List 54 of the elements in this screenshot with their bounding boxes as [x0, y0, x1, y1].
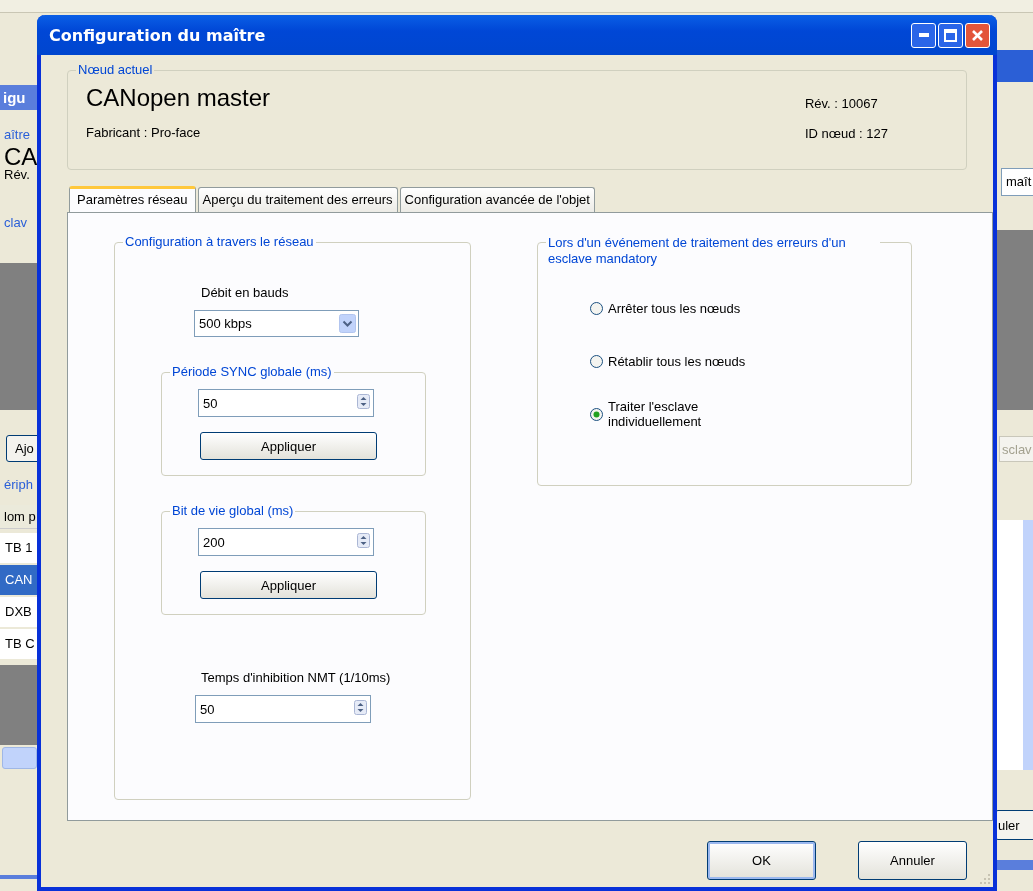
group-legend: Lors d'un événement de traitement des erreurs d'un esclave mandatory: [546, 235, 880, 267]
group-legend: Nœud actuel: [76, 62, 155, 77]
add-button[interactable]: Ajo: [6, 435, 37, 462]
minimize-button[interactable]: [911, 22, 936, 48]
maximize-icon: [944, 28, 957, 42]
section-label: clav: [4, 215, 28, 230]
node-id-label: ID nœud : 127: [804, 126, 888, 141]
device-name: CA: [4, 143, 37, 170]
list-row[interactable]: TB 1: [0, 533, 37, 563]
radio-button[interactable]: [590, 407, 603, 421]
scrollbar[interactable]: [2, 747, 37, 769]
radio-label: Traiter l'esclave individuellement: [608, 399, 703, 429]
list-row[interactable]: DXB: [0, 597, 37, 627]
radio-button[interactable]: [590, 302, 603, 315]
master-link[interactable]: aître: [4, 127, 30, 142]
list-row[interactable]: TB C: [0, 629, 37, 659]
minimize-icon: [918, 33, 929, 37]
close-icon: [971, 28, 984, 42]
list-row[interactable]: CAN: [0, 565, 37, 595]
radio-button[interactable]: [590, 355, 603, 368]
number-field[interactable]: 200: [198, 528, 374, 556]
group-legend: Période SYNC globale (ms): [170, 364, 334, 379]
cancel-button[interactable]: uler: [997, 810, 1033, 840]
dialog-button[interactable]: OK: [707, 841, 816, 880]
window-title: igu: [0, 85, 37, 110]
spinner-arrows-icon: [357, 394, 370, 409]
apply-button[interactable]: Appliquer: [200, 571, 377, 599]
tab[interactable]: Configuration avancée de l'objet: [399, 187, 595, 212]
number-field[interactable]: 50: [195, 695, 371, 723]
baud-dropdown[interactable]: 500 kbps: [194, 310, 359, 337]
close-button[interactable]: [965, 22, 990, 48]
manufacturer-label: Fabricant : Pro-face: [86, 125, 202, 140]
node-name: CANopen master: [86, 83, 271, 113]
baud-label: Débit en bauds: [201, 285, 289, 300]
section-label: ériph: [4, 477, 33, 492]
status-bar: [997, 860, 1033, 870]
revision-label: Rév.: [4, 167, 30, 182]
radio-label: Rétablir tous les nœuds: [608, 354, 747, 369]
group-legend: Bit de vie global (ms): [170, 503, 296, 518]
spinner-arrows-icon: [354, 700, 367, 715]
resize-grip-icon: [980, 874, 991, 885]
nmt-label: Temps d'inhibition NMT (1/10ms): [201, 670, 391, 685]
radio-label: Arrêter tous les nœuds: [608, 301, 742, 316]
apply-button[interactable]: Appliquer: [200, 432, 377, 460]
number-field[interactable]: 50: [198, 389, 374, 417]
window-title: Configuration du maître: [49, 25, 266, 45]
group-legend: Configuration à travers le réseau: [123, 234, 316, 249]
maximize-button[interactable]: [938, 22, 963, 48]
dialog-button[interactable]: Annuler: [858, 841, 967, 880]
spinner-arrows-icon: [357, 533, 370, 548]
tab[interactable]: Aperçu du traitement des erreurs: [197, 187, 398, 212]
tab[interactable]: Paramètres réseau: [69, 186, 196, 212]
revision-label: Rév. : 10067: [804, 96, 879, 111]
text-field[interactable]: maît: [1001, 168, 1033, 196]
